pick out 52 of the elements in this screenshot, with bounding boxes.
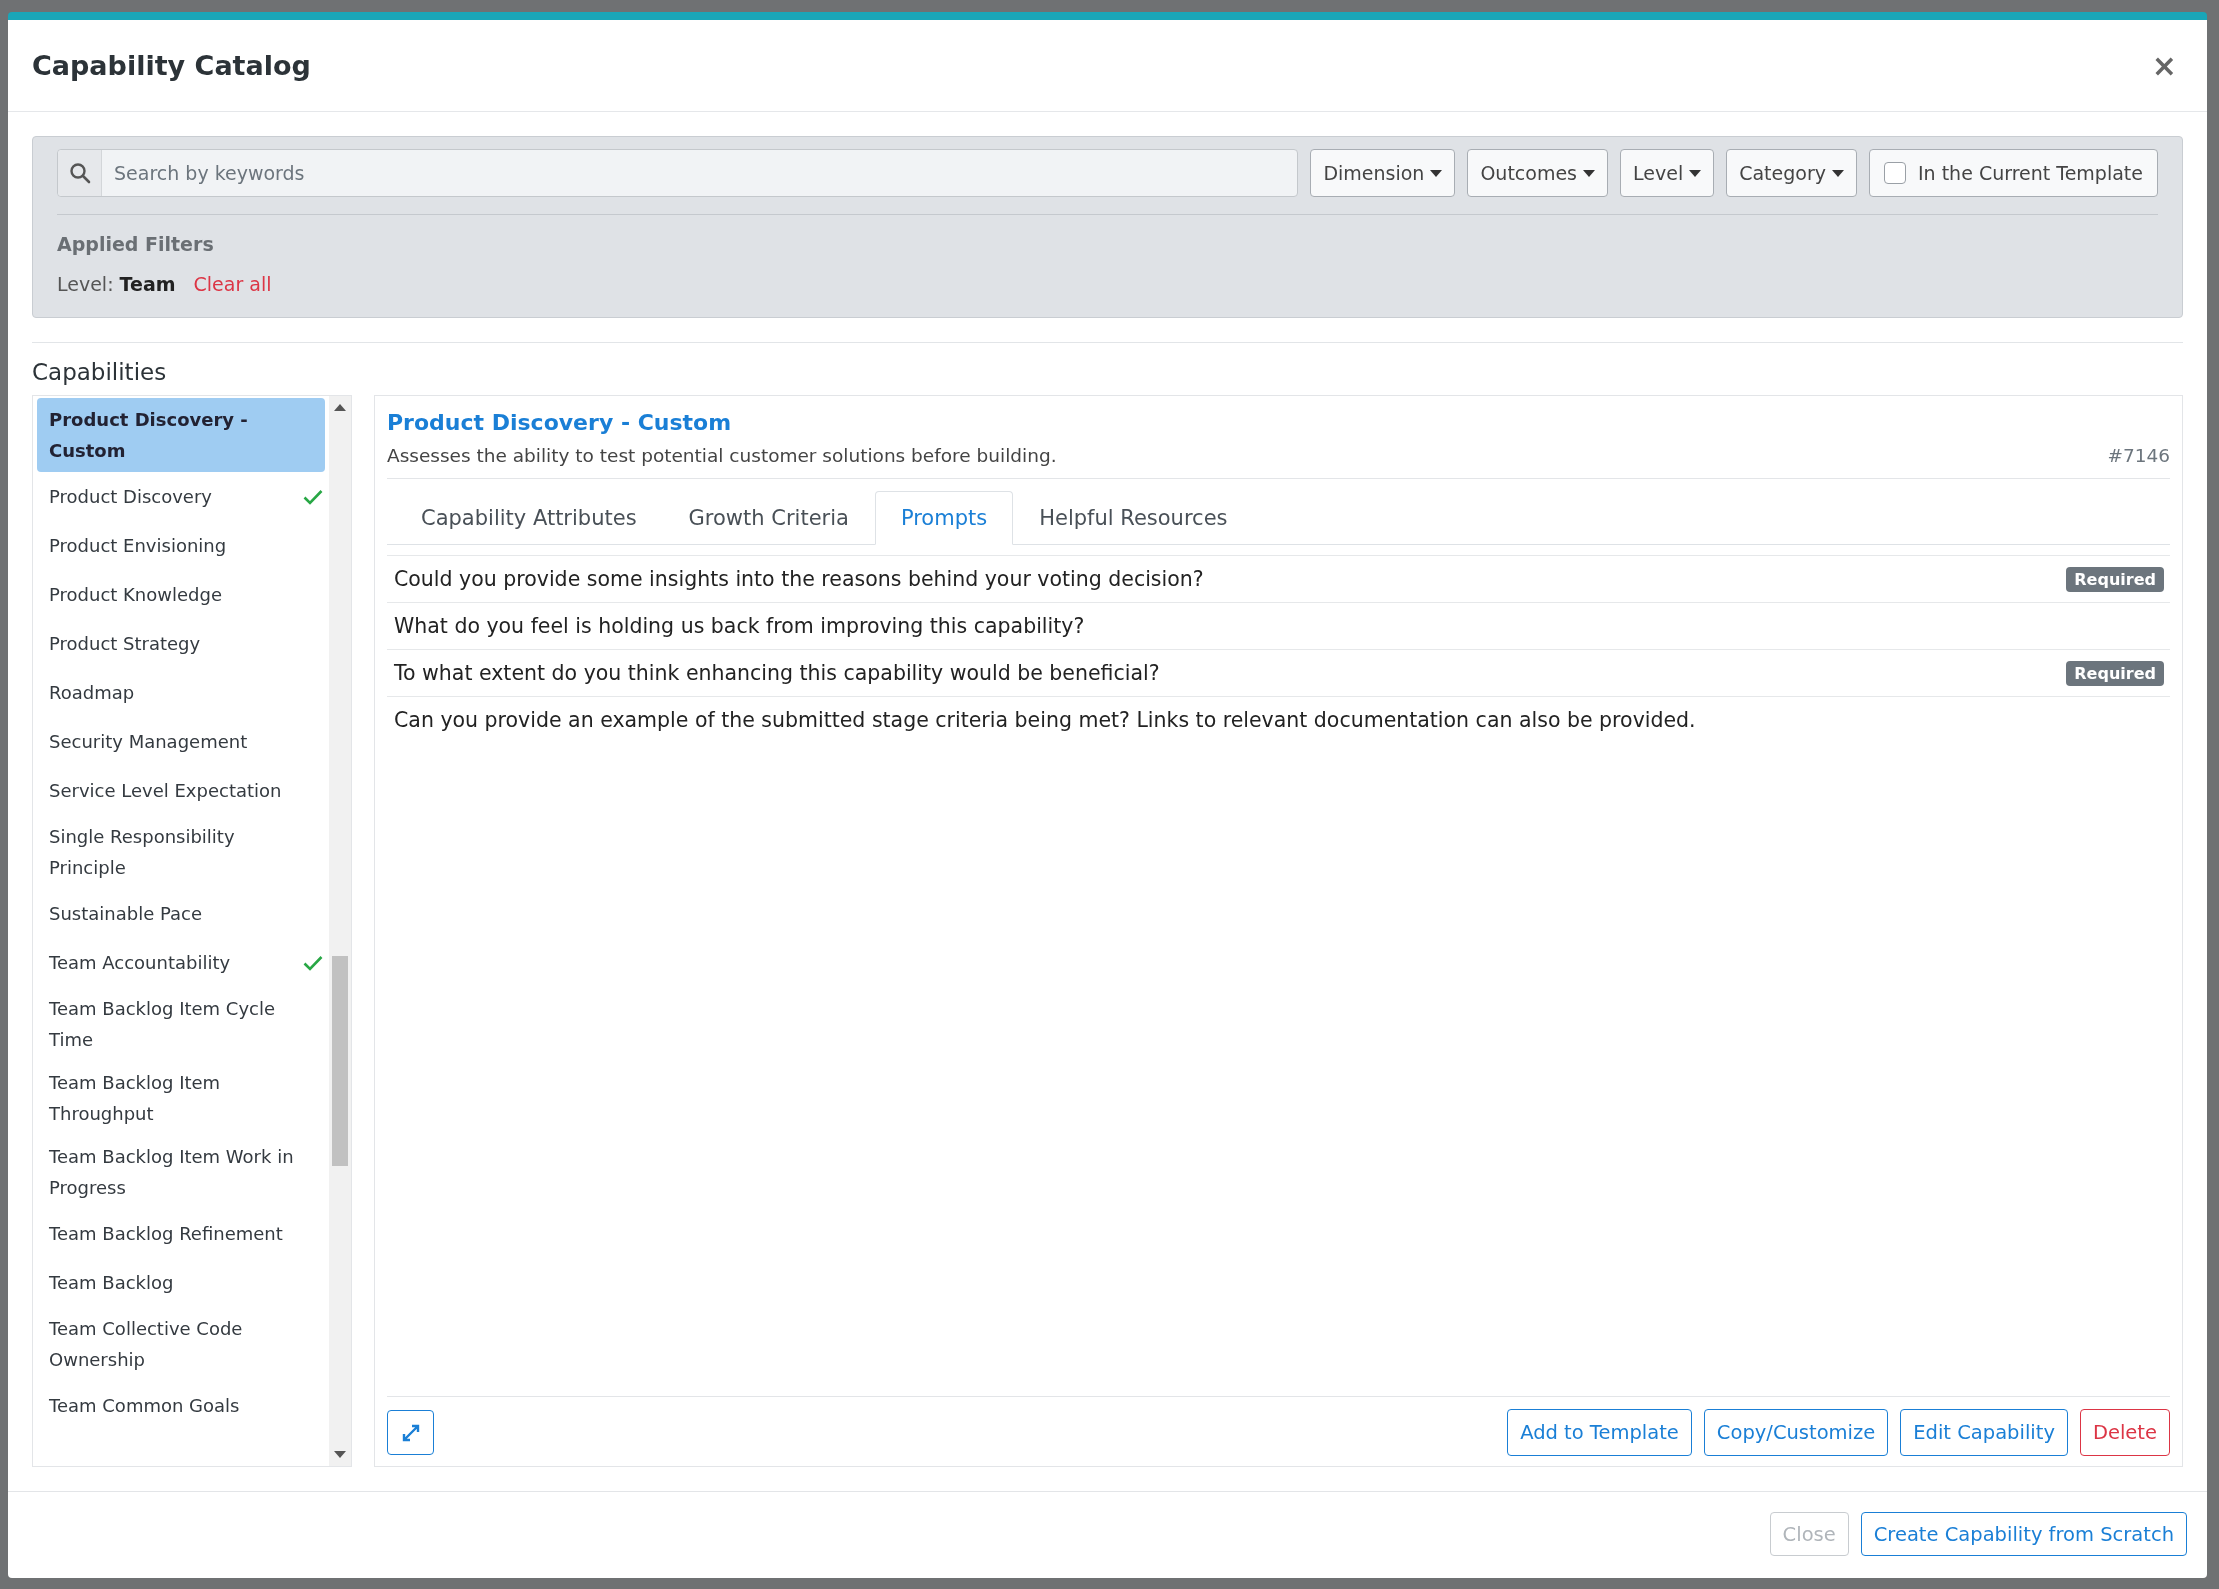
capability-item[interactable]: Team Backlog Item Cycle Time — [37, 987, 325, 1061]
capability-item[interactable]: Team Common Goals — [37, 1381, 325, 1430]
capability-item[interactable]: Team Accountability — [37, 938, 325, 987]
required-badge: Required — [2066, 566, 2164, 592]
dialog-title: Capability Catalog — [32, 50, 311, 81]
filter-dropdown[interactable]: Category — [1726, 149, 1857, 197]
capability-description: Assesses the ability to test potential customer solutions before building. — [387, 445, 1057, 466]
applied-filters-heading: Applied Filters — [57, 233, 215, 255]
action-button[interactable]: Edit Capability — [1900, 1409, 2068, 1456]
tab[interactable]: Prompts — [874, 491, 1014, 545]
capability-item[interactable]: Product Discovery - Custom — [37, 398, 325, 472]
capability-item[interactable]: Team Collective Code Ownership — [37, 1307, 325, 1381]
capability-item[interactable]: Product Knowledge — [37, 570, 325, 619]
tab[interactable]: Helpful Resources — [1013, 491, 1254, 545]
capability-item[interactable]: Product Strategy — [37, 619, 325, 668]
template-checkbox[interactable]: In the Current Template — [1869, 149, 2158, 197]
capability-item[interactable]: Roadmap — [37, 668, 325, 717]
section-heading: Capabilities — [32, 359, 168, 385]
tab[interactable]: Growth Criteria — [662, 491, 875, 545]
filter-dropdown[interactable]: Outcomes — [1467, 149, 1609, 197]
expand-button[interactable] — [387, 1410, 434, 1455]
filter-dropdown[interactable]: Dimension — [1310, 149, 1456, 197]
prompt-text: What do you feel is holding us back from improving this capability? — [394, 614, 1085, 638]
required-badge: Required — [2066, 660, 2164, 686]
capability-item[interactable]: Service Level Expectation — [37, 766, 325, 815]
capability-item[interactable]: Team Backlog Item Work in Progress — [37, 1135, 325, 1209]
footer-button[interactable]: Create Capability from Scratch — [1860, 1512, 2187, 1556]
capability-item[interactable]: Team Backlog Item Throughput — [37, 1061, 325, 1135]
clear-all-link[interactable]: Clear all — [193, 273, 272, 295]
prompt-text: Can you provide an example of the submitted stage criteria being met? Links to relevant documentation can also be provided. — [394, 708, 1696, 732]
prompt-text: Could you provide some insights into the reasons behind your voting decision? — [394, 567, 1204, 591]
search-icon — [68, 162, 91, 184]
filter-dropdown[interactable]: Level — [1620, 149, 1715, 197]
capability-item[interactable]: Single Responsibility Principle — [37, 815, 325, 889]
action-button[interactable]: Add to Template — [1507, 1409, 1692, 1456]
capability-item[interactable]: Sustainable Pace — [37, 889, 325, 938]
search-field[interactable]: Search by keywords — [57, 149, 1299, 197]
scrollbar[interactable] — [329, 396, 351, 1466]
applied-filter: Level: Team — [57, 273, 176, 295]
capability-item[interactable]: Security Management — [37, 717, 325, 766]
tab[interactable]: Capability Attributes — [395, 491, 663, 545]
capability-item[interactable]: Team Backlog — [37, 1258, 325, 1307]
capability-title: Product Discovery - Custom — [387, 410, 733, 435]
prompt-text: To what extent do you think enhancing this capability would be beneficial? — [394, 661, 1160, 685]
capability-item[interactable]: Team Backlog Refinement — [37, 1209, 325, 1258]
action-button[interactable]: Copy/Customize — [1703, 1409, 1889, 1456]
expand-icon — [400, 1422, 421, 1443]
capability-item[interactable]: Product Envisioning — [37, 521, 325, 570]
close-button[interactable]: × — [2145, 47, 2183, 84]
action-button[interactable]: Delete — [2079, 1409, 2170, 1456]
capability-item[interactable]: Product Discovery — [37, 472, 325, 521]
capability-id: #7146 — [2107, 445, 2170, 466]
